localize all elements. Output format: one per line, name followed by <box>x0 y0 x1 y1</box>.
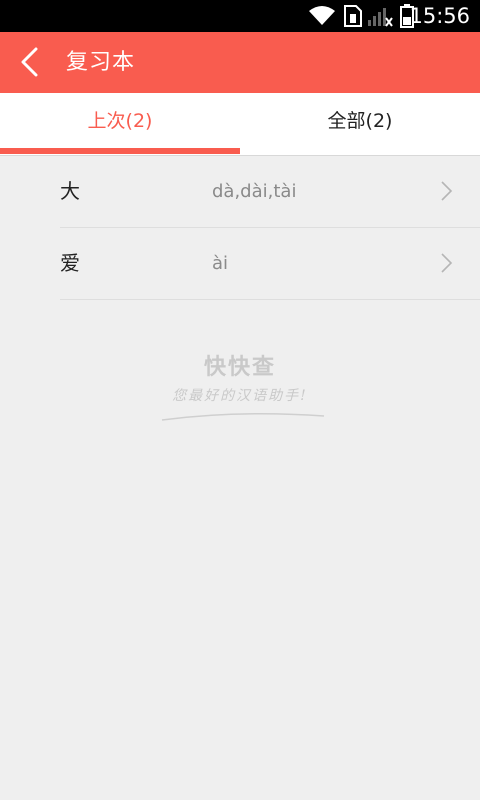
sim-card-icon <box>344 5 362 27</box>
chevron-right-icon <box>441 253 453 273</box>
watermark-title: 快快查 <box>203 354 276 380</box>
chevron-right-icon <box>441 181 453 201</box>
character-label: 爱 <box>60 251 80 275</box>
review-word-list: 大 dà,dài,tài 爱 ài <box>60 156 480 300</box>
tab-all[interactable]: 全部(2) <box>240 93 480 151</box>
list-item[interactable]: 爱 ài <box>60 228 480 300</box>
status-clock: 15:56 <box>409 4 470 28</box>
tab-selected-indicator <box>0 148 240 154</box>
wifi-icon <box>309 6 335 25</box>
signal-no-data-icon <box>368 8 393 27</box>
pinyin-label: dà,dài,tài <box>212 181 297 202</box>
character-label: 大 <box>60 179 80 203</box>
tab-last-time[interactable]: 上次(2) <box>0 93 240 151</box>
status-bar: 15:56 <box>0 0 480 32</box>
watermark-swoosh <box>161 413 325 421</box>
chevron-left-icon <box>21 47 38 77</box>
pinyin-label: ài <box>212 253 229 274</box>
watermark-slogan: 您最好的汉语助手! <box>172 388 308 404</box>
tab-bar: 上次(2) 全部(2) <box>0 93 480 156</box>
app-watermark-logo: 快快查 您最好的汉语助手! <box>150 352 330 432</box>
list-item[interactable]: 大 dà,dài,tài <box>60 156 480 228</box>
page-title: 复习本 <box>66 50 136 75</box>
app-bar: 复习本 <box>0 32 480 93</box>
back-button[interactable] <box>10 42 50 82</box>
